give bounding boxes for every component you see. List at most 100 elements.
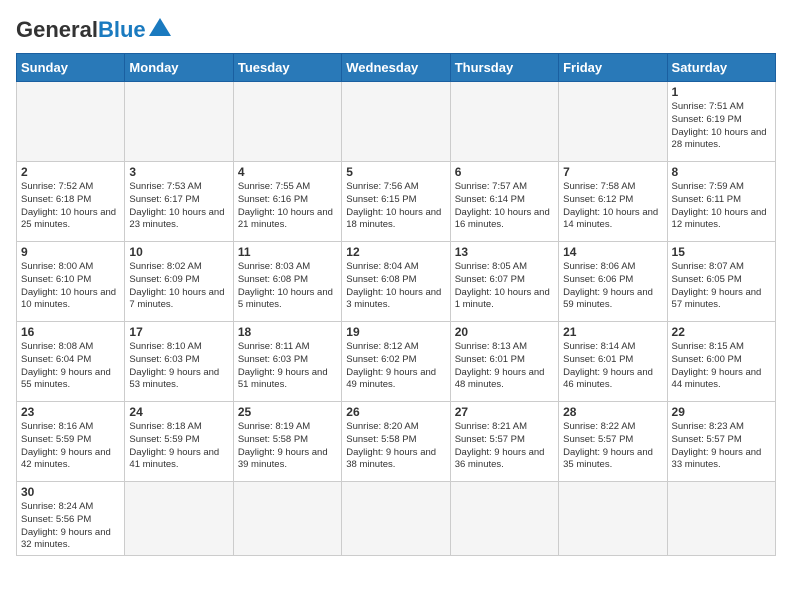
calendar-cell	[125, 82, 233, 162]
calendar-cell: 2 Sunrise: 7:52 AM Sunset: 6:18 PM Daylig…	[17, 162, 125, 242]
logo-icon	[149, 16, 171, 43]
day-number: 5	[346, 165, 445, 179]
calendar-cell: 4 Sunrise: 7:55 AM Sunset: 6:16 PM Daylig…	[233, 162, 341, 242]
day-info: Sunrise: 7:58 AM Sunset: 6:12 PM Dayligh…	[563, 181, 662, 232]
calendar-cell: 25 Sunrise: 8:19 AM Sunset: 5:58 PM Dayli…	[233, 402, 341, 482]
calendar-cell	[559, 82, 667, 162]
day-info: Sunrise: 7:52 AM Sunset: 6:18 PM Dayligh…	[21, 181, 120, 232]
day-header-thursday: Thursday	[450, 54, 558, 82]
day-number: 12	[346, 245, 445, 259]
calendar-cell: 12 Sunrise: 8:04 AM Sunset: 6:08 PM Dayli…	[342, 242, 450, 322]
calendar-cell: 14Sunrise: 8:06 AM Sunset: 6:06 PM Dayli…	[559, 242, 667, 322]
calendar-cell: 17 Sunrise: 8:10 AM Sunset: 6:03 PM Dayli…	[125, 322, 233, 402]
day-info: Sunrise: 8:19 AM Sunset: 5:58 PM Dayligh…	[238, 421, 337, 472]
calendar-week-row: 9Sunrise: 8:00 AM Sunset: 6:10 PM Daylig…	[17, 242, 776, 322]
day-number: 17	[129, 325, 228, 339]
day-number: 20	[455, 325, 554, 339]
logo: GeneralBlue	[16, 16, 171, 43]
day-info: Sunrise: 8:03 AM Sunset: 6:08 PM Dayligh…	[238, 261, 337, 312]
calendar-cell: 6Sunrise: 7:57 AM Sunset: 6:14 PM Daylig…	[450, 162, 558, 242]
day-number: 13	[455, 245, 554, 259]
day-info: Sunrise: 8:06 AM Sunset: 6:06 PM Dayligh…	[563, 261, 662, 312]
calendar-week-row: 1 Sunrise: 7:51 AM Sunset: 6:19 PM Daylig…	[17, 82, 776, 162]
day-info: Sunrise: 8:10 AM Sunset: 6:03 PM Dayligh…	[129, 341, 228, 392]
day-info: Sunrise: 8:08 AM Sunset: 6:04 PM Dayligh…	[21, 341, 120, 392]
day-header-tuesday: Tuesday	[233, 54, 341, 82]
day-number: 8	[672, 165, 771, 179]
day-info: Sunrise: 8:18 AM Sunset: 5:59 PM Dayligh…	[129, 421, 228, 472]
calendar-cell	[667, 482, 775, 556]
day-number: 11	[238, 245, 337, 259]
day-info: Sunrise: 8:00 AM Sunset: 6:10 PM Dayligh…	[21, 261, 120, 312]
day-number: 25	[238, 405, 337, 419]
day-number: 24	[129, 405, 228, 419]
day-number: 28	[563, 405, 662, 419]
day-number: 4	[238, 165, 337, 179]
day-info: Sunrise: 8:22 AM Sunset: 5:57 PM Dayligh…	[563, 421, 662, 472]
day-info: Sunrise: 7:56 AM Sunset: 6:15 PM Dayligh…	[346, 181, 445, 232]
calendar-cell	[342, 482, 450, 556]
calendar-cell: 1 Sunrise: 7:51 AM Sunset: 6:19 PM Daylig…	[667, 82, 775, 162]
day-header-friday: Friday	[559, 54, 667, 82]
calendar-week-row: 16 Sunrise: 8:08 AM Sunset: 6:04 PM Dayli…	[17, 322, 776, 402]
calendar-cell: 8 Sunrise: 7:59 AM Sunset: 6:11 PM Daylig…	[667, 162, 775, 242]
day-info: Sunrise: 8:21 AM Sunset: 5:57 PM Dayligh…	[455, 421, 554, 472]
day-header-wednesday: Wednesday	[342, 54, 450, 82]
calendar-cell: 30 Sunrise: 8:24 AM Sunset: 5:56 PM Dayli…	[17, 482, 125, 556]
calendar-cell	[17, 82, 125, 162]
day-header-sunday: Sunday	[17, 54, 125, 82]
calendar-cell	[125, 482, 233, 556]
calendar-week-row: 23Sunrise: 8:16 AM Sunset: 5:59 PM Dayli…	[17, 402, 776, 482]
calendar: SundayMondayTuesdayWednesdayThursdayFrid…	[16, 53, 776, 556]
calendar-cell	[233, 482, 341, 556]
calendar-cell: 19Sunrise: 8:12 AM Sunset: 6:02 PM Dayli…	[342, 322, 450, 402]
day-number: 1	[672, 85, 771, 99]
day-info: Sunrise: 8:24 AM Sunset: 5:56 PM Dayligh…	[21, 501, 120, 552]
calendar-cell: 26 Sunrise: 8:20 AM Sunset: 5:58 PM Dayli…	[342, 402, 450, 482]
calendar-cell: 15Sunrise: 8:07 AM Sunset: 6:05 PM Dayli…	[667, 242, 775, 322]
calendar-cell: 16 Sunrise: 8:08 AM Sunset: 6:04 PM Dayli…	[17, 322, 125, 402]
day-number: 26	[346, 405, 445, 419]
calendar-cell: 11 Sunrise: 8:03 AM Sunset: 6:08 PM Dayli…	[233, 242, 341, 322]
day-number: 10	[129, 245, 228, 259]
day-number: 22	[672, 325, 771, 339]
day-info: Sunrise: 8:14 AM Sunset: 6:01 PM Dayligh…	[563, 341, 662, 392]
day-number: 18	[238, 325, 337, 339]
logo-text: GeneralBlue	[16, 19, 146, 41]
calendar-cell	[559, 482, 667, 556]
calendar-cell: 3Sunrise: 7:53 AM Sunset: 6:17 PM Daylig…	[125, 162, 233, 242]
calendar-cell: 13 Sunrise: 8:05 AM Sunset: 6:07 PM Dayli…	[450, 242, 558, 322]
day-info: Sunrise: 8:05 AM Sunset: 6:07 PM Dayligh…	[455, 261, 554, 312]
day-number: 6	[455, 165, 554, 179]
day-number: 21	[563, 325, 662, 339]
calendar-cell: 27Sunrise: 8:21 AM Sunset: 5:57 PM Dayli…	[450, 402, 558, 482]
calendar-cell: 10 Sunrise: 8:02 AM Sunset: 6:09 PM Dayli…	[125, 242, 233, 322]
day-number: 23	[21, 405, 120, 419]
day-info: Sunrise: 8:23 AM Sunset: 5:57 PM Dayligh…	[672, 421, 771, 472]
day-info: Sunrise: 8:04 AM Sunset: 6:08 PM Dayligh…	[346, 261, 445, 312]
calendar-cell: 18Sunrise: 8:11 AM Sunset: 6:03 PM Dayli…	[233, 322, 341, 402]
day-number: 30	[21, 485, 120, 499]
day-header-monday: Monday	[125, 54, 233, 82]
calendar-cell: 29Sunrise: 8:23 AM Sunset: 5:57 PM Dayli…	[667, 402, 775, 482]
calendar-cell: 7 Sunrise: 7:58 AM Sunset: 6:12 PM Daylig…	[559, 162, 667, 242]
day-info: Sunrise: 7:55 AM Sunset: 6:16 PM Dayligh…	[238, 181, 337, 232]
day-info: Sunrise: 7:59 AM Sunset: 6:11 PM Dayligh…	[672, 181, 771, 232]
calendar-cell: 21 Sunrise: 8:14 AM Sunset: 6:01 PM Dayli…	[559, 322, 667, 402]
day-number: 16	[21, 325, 120, 339]
day-number: 7	[563, 165, 662, 179]
day-info: Sunrise: 8:15 AM Sunset: 6:00 PM Dayligh…	[672, 341, 771, 392]
calendar-cell: 22 Sunrise: 8:15 AM Sunset: 6:00 PM Dayli…	[667, 322, 775, 402]
day-number: 19	[346, 325, 445, 339]
calendar-cell: 24 Sunrise: 8:18 AM Sunset: 5:59 PM Dayli…	[125, 402, 233, 482]
calendar-cell: 23Sunrise: 8:16 AM Sunset: 5:59 PM Dayli…	[17, 402, 125, 482]
day-info: Sunrise: 7:51 AM Sunset: 6:19 PM Dayligh…	[672, 101, 771, 152]
calendar-cell	[233, 82, 341, 162]
day-info: Sunrise: 8:20 AM Sunset: 5:58 PM Dayligh…	[346, 421, 445, 472]
calendar-cell	[342, 82, 450, 162]
day-header-saturday: Saturday	[667, 54, 775, 82]
day-info: Sunrise: 8:13 AM Sunset: 6:01 PM Dayligh…	[455, 341, 554, 392]
day-number: 2	[21, 165, 120, 179]
calendar-cell: 28 Sunrise: 8:22 AM Sunset: 5:57 PM Dayli…	[559, 402, 667, 482]
day-info: Sunrise: 8:02 AM Sunset: 6:09 PM Dayligh…	[129, 261, 228, 312]
